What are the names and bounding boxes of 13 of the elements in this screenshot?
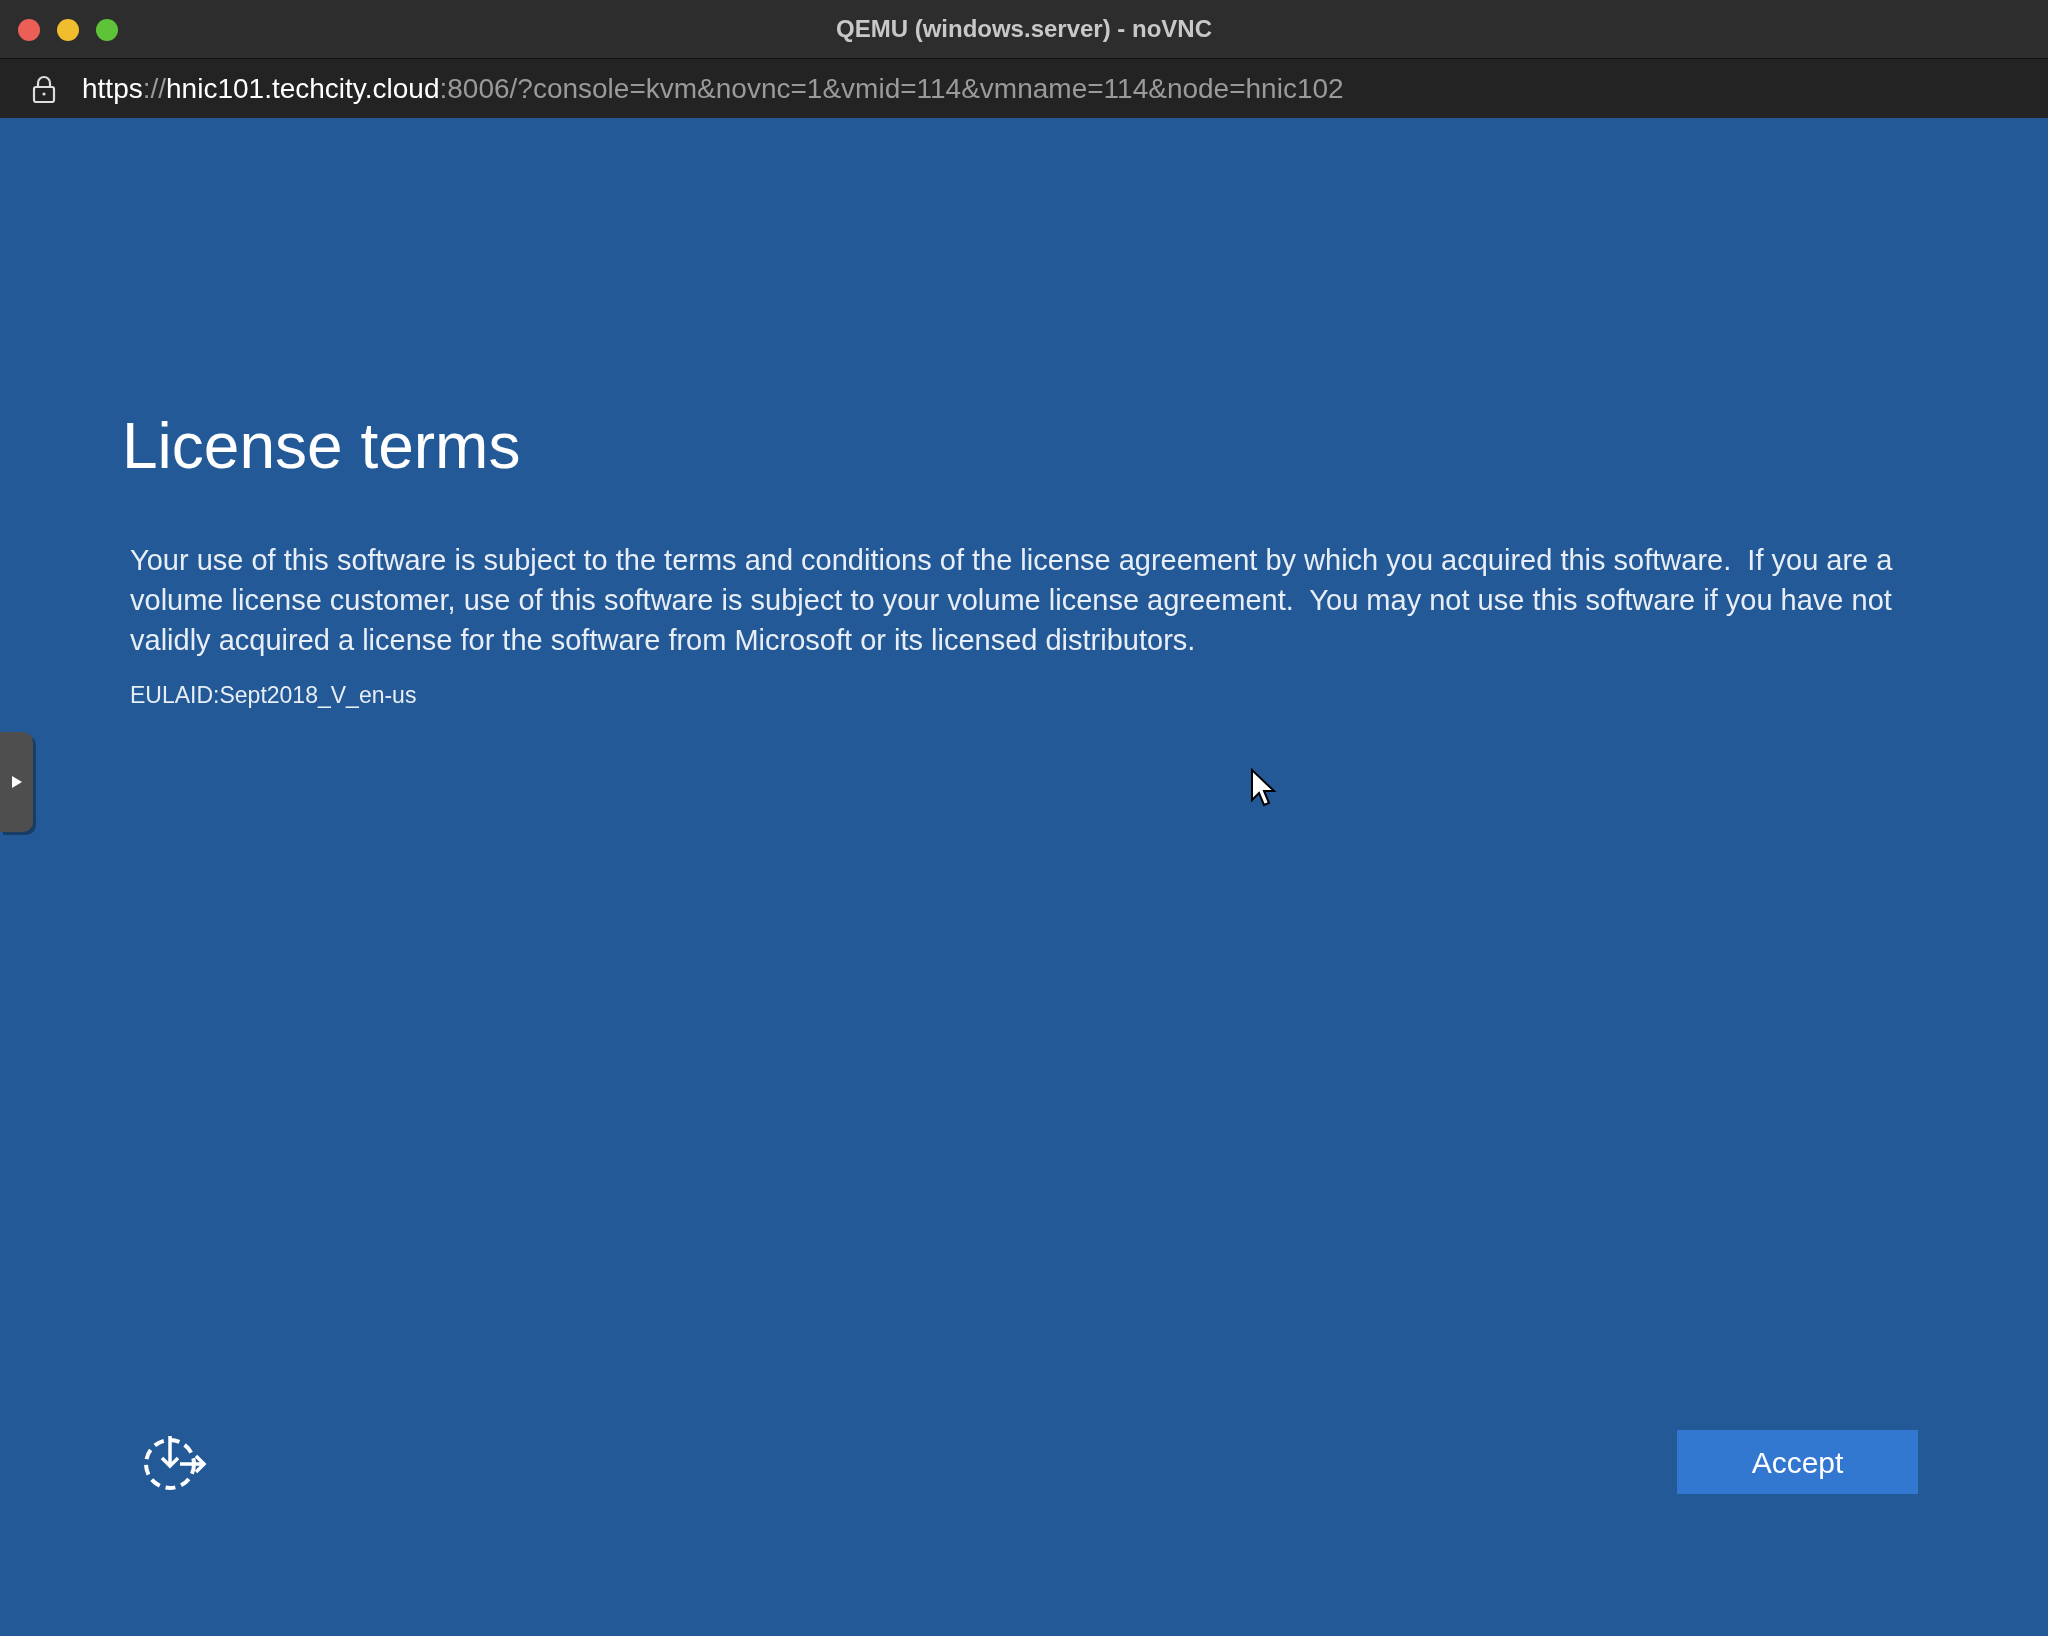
window-title: QEMU (windows.server) - noVNC	[835, 14, 1212, 44]
maximize-button[interactable]	[96, 19, 118, 41]
minimize-button[interactable]	[57, 19, 79, 41]
lock-icon	[32, 74, 56, 103]
play-icon	[11, 776, 22, 788]
page-heading: License terms	[122, 414, 522, 478]
eula-id-text: EULAID:Sept2018_V_en-us	[129, 681, 418, 710]
accept-button[interactable]: Accept	[1677, 1430, 1918, 1494]
close-button[interactable]	[18, 19, 40, 41]
sidebar-handle[interactable]	[0, 732, 33, 832]
cursor-icon	[1250, 768, 1276, 808]
url-text[interactable]: https://hnic101.techcity.cloud:8006/?console=kvm&novnc=1&vmid=114&vmname=114&node=hnic102	[82, 67, 1344, 110]
license-text: Your use of this software is subject to the terms and conditions of the license agreement by which you acquired this software. If you are a volume license customer, use of this software is subject to your volume license agreement. You may not use this software if you have not validly acquired a license for the software from Microsoft or its licensed distributors.	[129, 543, 1894, 658]
